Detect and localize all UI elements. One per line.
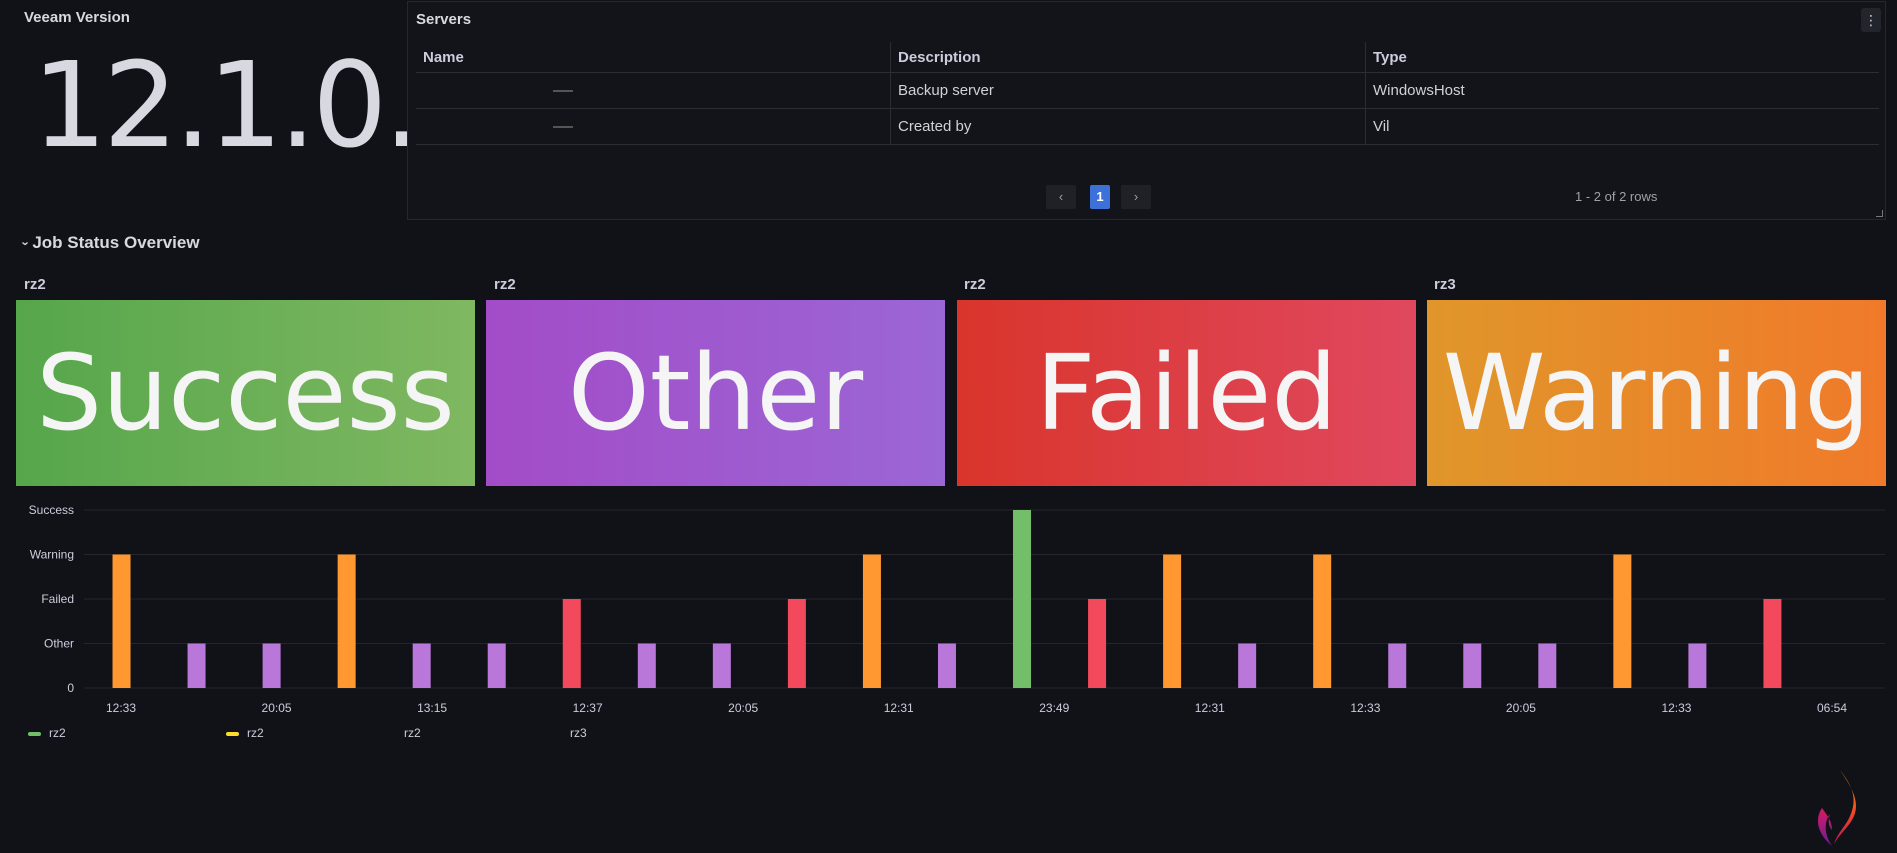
- bar-success[interactable]: [1013, 510, 1032, 688]
- x-tick-label: 12:33: [1350, 701, 1380, 715]
- cell-type: WindowsHost: [1365, 72, 1879, 109]
- legend-label: rz2: [404, 726, 421, 740]
- legend-label: rz3: [570, 726, 587, 740]
- bar-other[interactable]: [1688, 643, 1707, 689]
- bar-other[interactable]: [412, 643, 431, 689]
- legend-swatch-icon: [226, 731, 239, 736]
- resize-handle-icon[interactable]: [1876, 210, 1883, 217]
- bar-other[interactable]: [187, 643, 206, 689]
- x-tick-label: 20:05: [728, 701, 758, 715]
- legend-swatch-icon: [28, 731, 41, 736]
- x-tick-label: 23:49: [1039, 701, 1069, 715]
- cell-type: Vil: [1365, 108, 1879, 145]
- bar-other[interactable]: [1463, 643, 1482, 689]
- bar-failed[interactable]: [562, 599, 581, 688]
- x-tick-label: 12:31: [1195, 701, 1225, 715]
- x-tick-label: 12:33: [1661, 701, 1691, 715]
- bar-other[interactable]: [487, 643, 506, 689]
- next-page-button[interactable]: ›: [1121, 185, 1151, 209]
- bar-other[interactable]: [1238, 643, 1257, 689]
- cell-description: Created by: [890, 108, 1366, 145]
- x-tick-label: 12:37: [573, 701, 603, 715]
- bar-other[interactable]: [937, 643, 956, 689]
- bar-warning[interactable]: [1613, 554, 1632, 689]
- stat-value: Failed: [1035, 332, 1338, 454]
- bar-warning[interactable]: [112, 554, 131, 689]
- x-tick-label: 13:15: [417, 701, 447, 715]
- panel-title: Veeam Version: [24, 9, 130, 26]
- pagination-info: 1 - 2 of 2 rows: [1575, 189, 1658, 204]
- column-header-name[interactable]: Name: [416, 42, 891, 73]
- legend-label: rz2: [49, 726, 66, 740]
- column-header-description[interactable]: Description: [890, 42, 1366, 73]
- y-tick-label: Other: [44, 637, 74, 651]
- bar-warning[interactable]: [337, 554, 356, 689]
- flame-logo-icon: [1817, 770, 1856, 846]
- stat-label: rz3: [1434, 276, 1456, 293]
- cell-name: [416, 72, 891, 109]
- job-status-chart: 0 Other Failed Warning Success 12:33 20:05 13:1…: [0, 498, 1897, 728]
- x-tick-label: 12:33: [106, 701, 136, 715]
- bar-failed[interactable]: [1763, 599, 1782, 688]
- legend-item[interactable]: rz2: [28, 726, 66, 740]
- veeam-version-panel: Veeam Version 12.1.0.0: [0, 0, 492, 222]
- row-title: Job Status Overview: [32, 233, 200, 252]
- chart-svg: 0 Other Failed Warning Success 12:33 20:05 13:1…: [29, 503, 1885, 715]
- stat-value: Warning: [1442, 332, 1871, 454]
- page-1-button[interactable]: 1: [1090, 185, 1110, 209]
- stat-other-box: Other: [486, 300, 945, 486]
- bar-failed[interactable]: [1088, 599, 1107, 688]
- x-tick-label: 20:05: [262, 701, 292, 715]
- bar-warning[interactable]: [862, 554, 881, 689]
- row-header-job-status[interactable]: ›Job Status Overview: [19, 233, 200, 253]
- bar-other[interactable]: [637, 643, 656, 689]
- bar-other[interactable]: [262, 643, 281, 689]
- stat-label: rz2: [494, 276, 516, 293]
- y-tick-label: 0: [67, 681, 74, 695]
- legend-item[interactable]: rz2: [226, 726, 264, 740]
- panel-title: Servers: [416, 11, 472, 28]
- stat-success-box: Success: [16, 300, 475, 486]
- x-tick-label: 20:05: [1506, 701, 1536, 715]
- redacted-text: [553, 90, 573, 93]
- x-tick-label: 06:54: [1817, 701, 1847, 715]
- bar-warning[interactable]: [1163, 554, 1182, 689]
- y-tick-label: Success: [29, 503, 74, 517]
- legend-item[interactable]: rz3: [570, 726, 587, 740]
- servers-panel: Servers ⋮ Name Description Type Backup s…: [407, 1, 1886, 220]
- legend-label: rz2: [247, 726, 264, 740]
- stat-value: Success: [36, 332, 455, 454]
- bar-other[interactable]: [712, 643, 731, 689]
- y-tick-label: Warning: [30, 548, 74, 562]
- prev-page-button[interactable]: ‹: [1046, 185, 1076, 209]
- redacted-text: [553, 126, 573, 129]
- x-tick-label: 12:31: [884, 701, 914, 715]
- bar-other[interactable]: [1388, 643, 1407, 689]
- table-row: Backup server WindowsHost: [416, 72, 1879, 109]
- table-row: Created by Vil: [416, 108, 1879, 145]
- cell-description: Backup server: [890, 72, 1366, 109]
- legend-item[interactable]: rz2: [404, 726, 421, 740]
- column-header-type[interactable]: Type: [1365, 42, 1879, 73]
- stat-value: Other: [567, 332, 864, 454]
- stat-failed-box: Failed: [957, 300, 1416, 486]
- stat-warning-box: Warning: [1427, 300, 1886, 486]
- panel-menu-icon[interactable]: ⋮: [1861, 8, 1881, 32]
- chevron-down-icon: ›: [18, 241, 34, 246]
- cell-name: [416, 108, 891, 145]
- servers-table: Name Description Type Backup server Wind…: [416, 42, 1879, 145]
- bar-failed[interactable]: [787, 599, 806, 688]
- stat-label: rz2: [964, 276, 986, 293]
- stat-label: rz2: [24, 276, 46, 293]
- bar-warning[interactable]: [1313, 554, 1332, 689]
- y-tick-label: Failed: [41, 592, 74, 606]
- bar-other[interactable]: [1538, 643, 1557, 689]
